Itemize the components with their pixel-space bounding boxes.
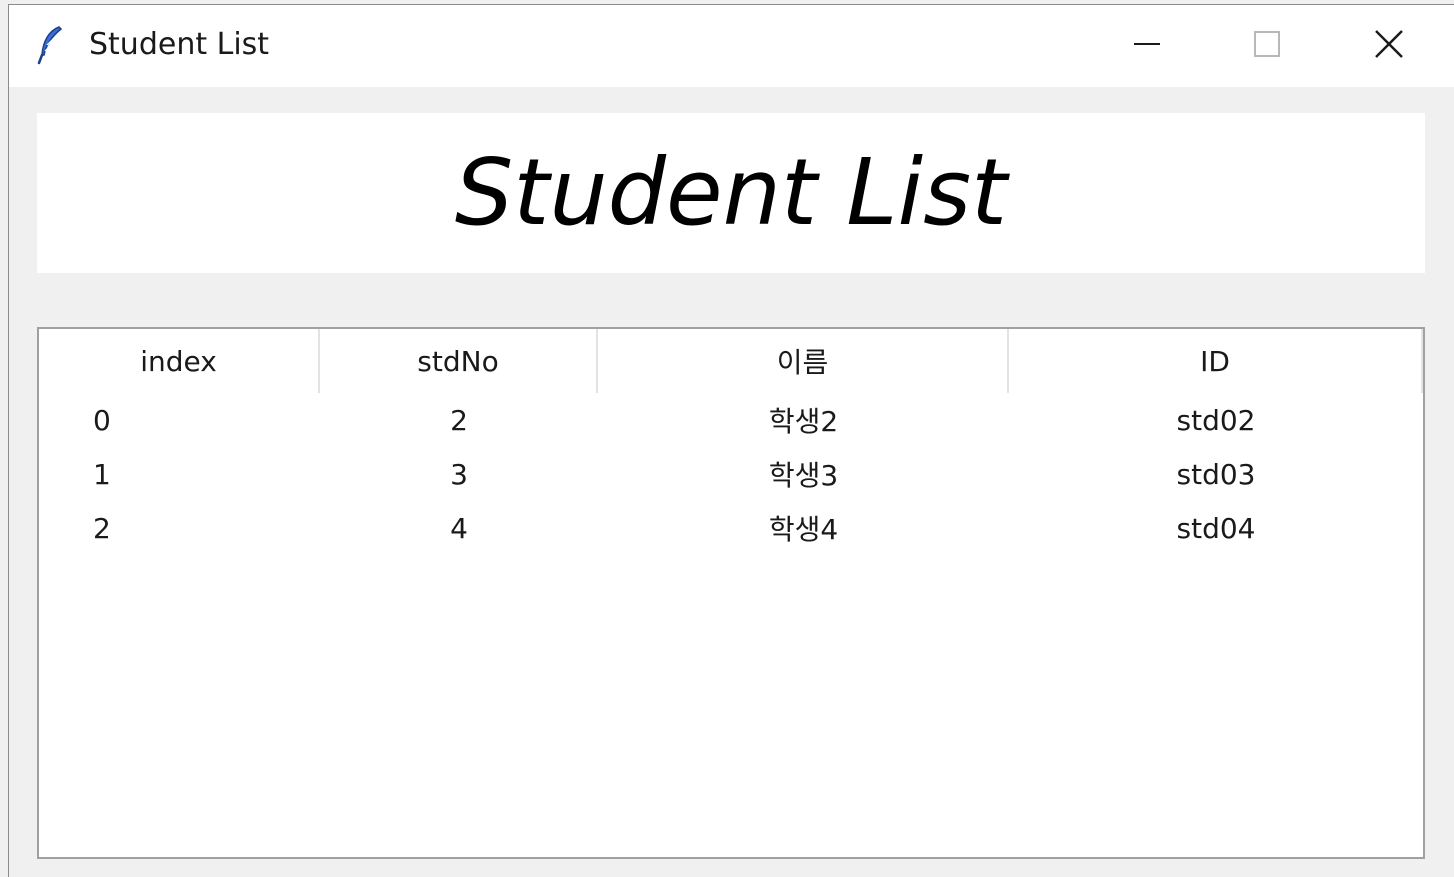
app-window: Student List Student List index stdNo 이름…	[8, 4, 1454, 877]
table-header: index stdNo 이름 ID	[39, 329, 1423, 393]
cell-index: 0	[93, 403, 111, 437]
table-row[interactable]: 2 4 학생4 std04	[39, 501, 1423, 555]
cell-stdno: 3	[450, 457, 468, 491]
cell-name: 학생3	[768, 459, 839, 492]
page-title: Student List	[454, 139, 1008, 246]
table-body: 0 2 학생2 std02 1 3 학생3 std03 2 4 학생4 std0…	[39, 393, 1423, 555]
feather-icon	[35, 25, 67, 65]
column-header-name[interactable]: 이름	[598, 329, 1009, 393]
maximize-button[interactable]	[1207, 5, 1327, 87]
header-panel: Student List	[37, 113, 1425, 273]
column-header-index[interactable]: index	[39, 329, 320, 393]
cell-id: std03	[1176, 457, 1256, 491]
column-header-stdno[interactable]: stdNo	[320, 329, 598, 393]
maximize-icon	[1252, 29, 1282, 63]
close-button[interactable]	[1329, 5, 1449, 87]
cell-stdno: 4	[450, 511, 468, 545]
window-title: Student List	[89, 27, 270, 62]
minimize-icon	[1132, 29, 1162, 63]
cell-name: 학생2	[768, 405, 839, 438]
cell-id: std04	[1176, 511, 1256, 545]
column-header-id[interactable]: ID	[1009, 329, 1423, 393]
cell-name: 학생4	[768, 513, 839, 546]
table-row[interactable]: 0 2 학생2 std02	[39, 393, 1423, 447]
cell-id: std02	[1176, 403, 1256, 437]
title-bar[interactable]: Student List	[9, 5, 1454, 87]
cell-stdno: 2	[450, 403, 468, 437]
student-table[interactable]: index stdNo 이름 ID 0 2 학생2 std02 1 3 학생3 …	[37, 327, 1425, 859]
minimize-button[interactable]	[1087, 5, 1207, 87]
close-icon	[1373, 28, 1405, 64]
cell-index: 2	[93, 511, 111, 545]
table-row[interactable]: 1 3 학생3 std03	[39, 447, 1423, 501]
cell-index: 1	[93, 457, 111, 491]
